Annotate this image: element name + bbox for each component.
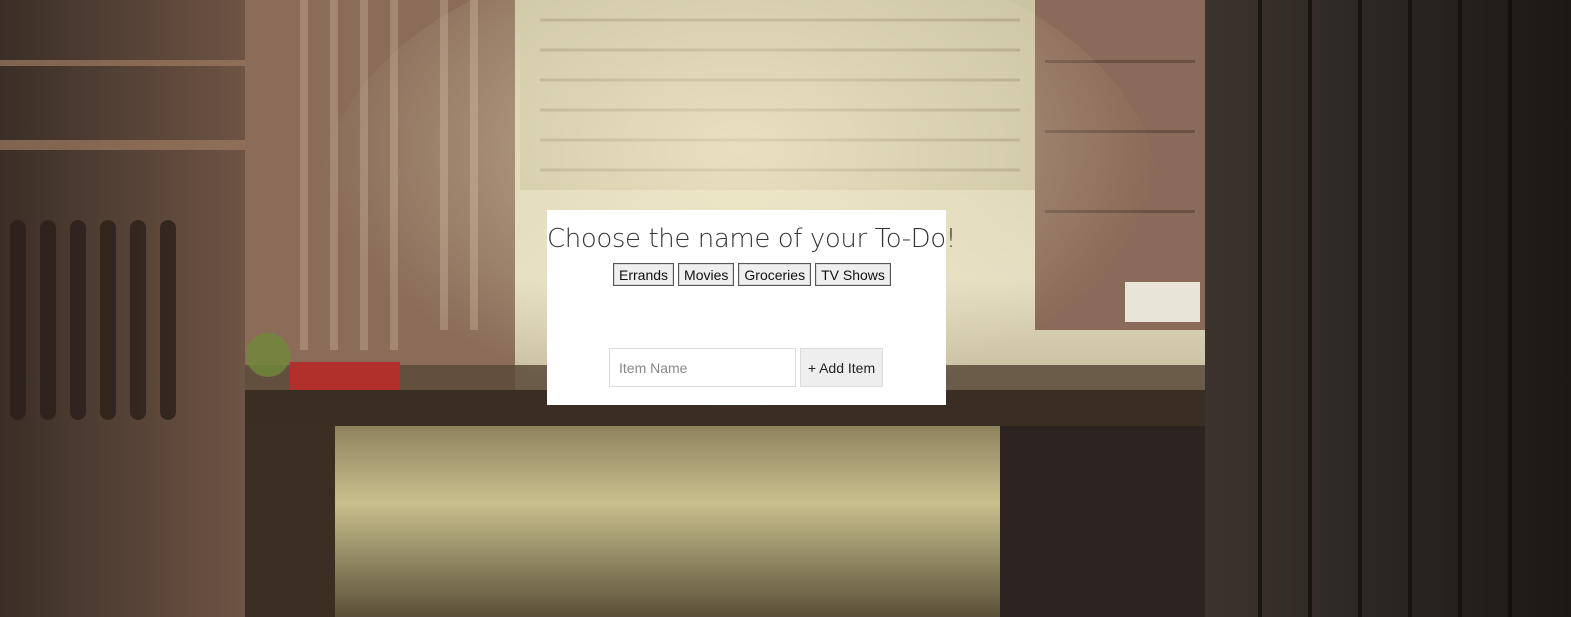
category-button-movies[interactable]: Movies: [678, 263, 735, 286]
category-button-errands[interactable]: Errands: [613, 263, 675, 286]
item-name-input[interactable]: [609, 348, 796, 387]
plus-icon: +: [807, 359, 817, 376]
page-title: Choose the name of your To-Do!: [547, 224, 956, 254]
category-buttons: Errands Movies Groceries TV Shows: [613, 263, 891, 286]
add-item-button[interactable]: + Add Item: [800, 348, 883, 387]
category-button-tv-shows[interactable]: TV Shows: [815, 263, 891, 286]
app-root: Choose the name of your To-Do! Errands M…: [0, 0, 1571, 617]
todo-name-card: Choose the name of your To-Do! Errands M…: [547, 210, 956, 405]
add-item-label: Add Item: [819, 359, 876, 376]
add-item-form: + Add Item: [609, 348, 883, 387]
category-button-groceries[interactable]: Groceries: [738, 263, 812, 286]
